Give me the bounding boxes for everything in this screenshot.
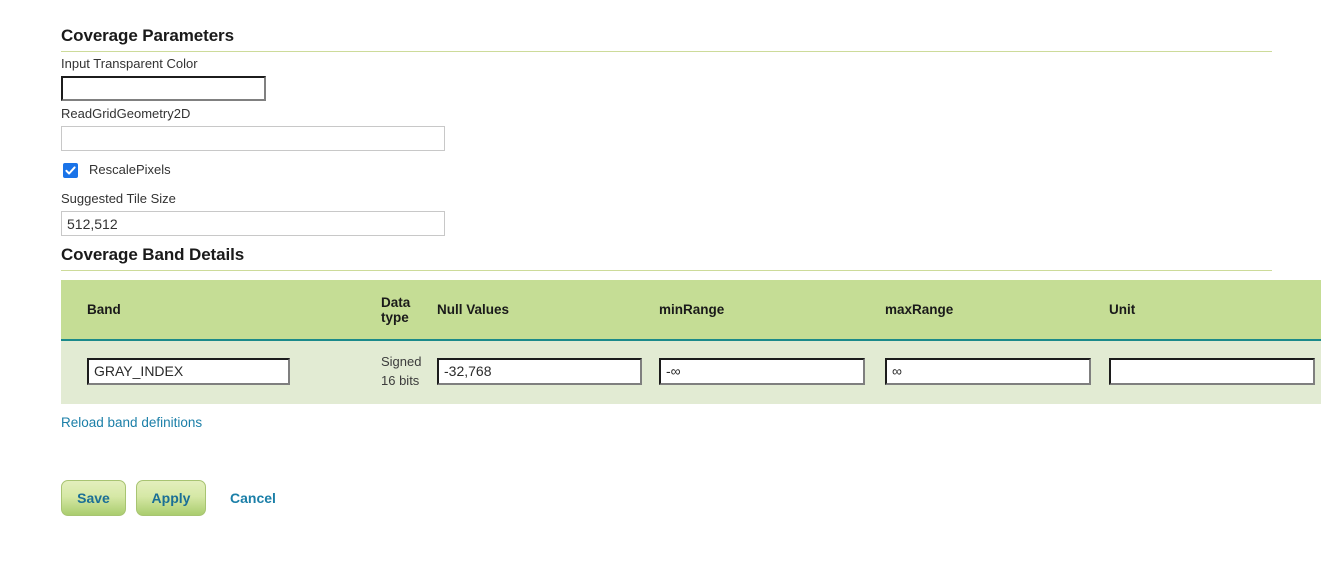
save-button[interactable]: Save [61, 480, 126, 516]
reload-band-definitions-link[interactable]: Reload band definitions [61, 415, 202, 430]
read-grid-geometry-2d-label: ReadGridGeometry2D [61, 106, 191, 121]
data-type-line-2: 16 bits [381, 373, 420, 388]
coverage-editor-page: Coverage Parameters Input Transparent Co… [0, 0, 1328, 568]
apply-button[interactable]: Apply [136, 480, 206, 516]
null-values-field[interactable] [437, 357, 642, 385]
suggested-tile-size-label: Suggested Tile Size [61, 191, 176, 206]
cell-data-type: Signed 16 bits [381, 340, 437, 404]
input-transparent-color-field[interactable] [61, 76, 266, 101]
cell-min-range [659, 340, 885, 404]
band-table: Band Data type Null Values minRange maxR… [61, 280, 1321, 404]
band-name-field[interactable] [87, 357, 290, 385]
cell-max-range [885, 340, 1109, 404]
column-header-data-type: Data type [381, 280, 437, 341]
rescale-pixels-checkbox[interactable] [63, 162, 78, 178]
section-divider-2 [61, 270, 1272, 271]
data-type-line-1: Signed [381, 354, 422, 369]
table-row: Signed 16 bits [61, 340, 1321, 404]
cell-unit [1109, 340, 1321, 404]
cell-band [61, 340, 381, 404]
band-table-wrapper: Band Data type Null Values minRange maxR… [61, 280, 1321, 404]
coverage-band-details-section: Coverage Band Details [61, 245, 1272, 271]
rescale-pixels-label: RescalePixels [89, 162, 171, 177]
form-actions: Save Apply Cancel [61, 480, 276, 516]
column-header-band: Band [61, 280, 381, 341]
section-divider [61, 51, 1272, 52]
input-transparent-color-label: Input Transparent Color [61, 56, 198, 71]
coverage-parameters-section: Coverage Parameters [61, 26, 1272, 52]
coverage-band-details-heading: Coverage Band Details [61, 245, 245, 264]
rescale-pixels-row[interactable]: RescalePixels [63, 162, 171, 178]
column-header-min-range: minRange [659, 280, 885, 341]
column-header-max-range: maxRange [885, 280, 1109, 341]
band-table-header-row: Band Data type Null Values minRange maxR… [61, 280, 1321, 341]
max-range-field[interactable] [885, 357, 1091, 385]
column-header-unit: Unit [1109, 280, 1321, 341]
read-grid-geometry-2d-field[interactable] [61, 126, 445, 151]
band-table-body: Signed 16 bits [61, 340, 1321, 404]
column-header-null-values: Null Values [437, 280, 659, 341]
unit-field[interactable] [1109, 357, 1315, 385]
suggested-tile-size-field[interactable] [61, 211, 445, 236]
min-range-field[interactable] [659, 357, 865, 385]
coverage-parameters-heading: Coverage Parameters [61, 26, 234, 45]
cancel-link[interactable]: Cancel [230, 490, 276, 506]
check-icon [65, 165, 76, 174]
band-table-head: Band Data type Null Values minRange maxR… [61, 280, 1321, 341]
cell-null-values [437, 340, 659, 404]
